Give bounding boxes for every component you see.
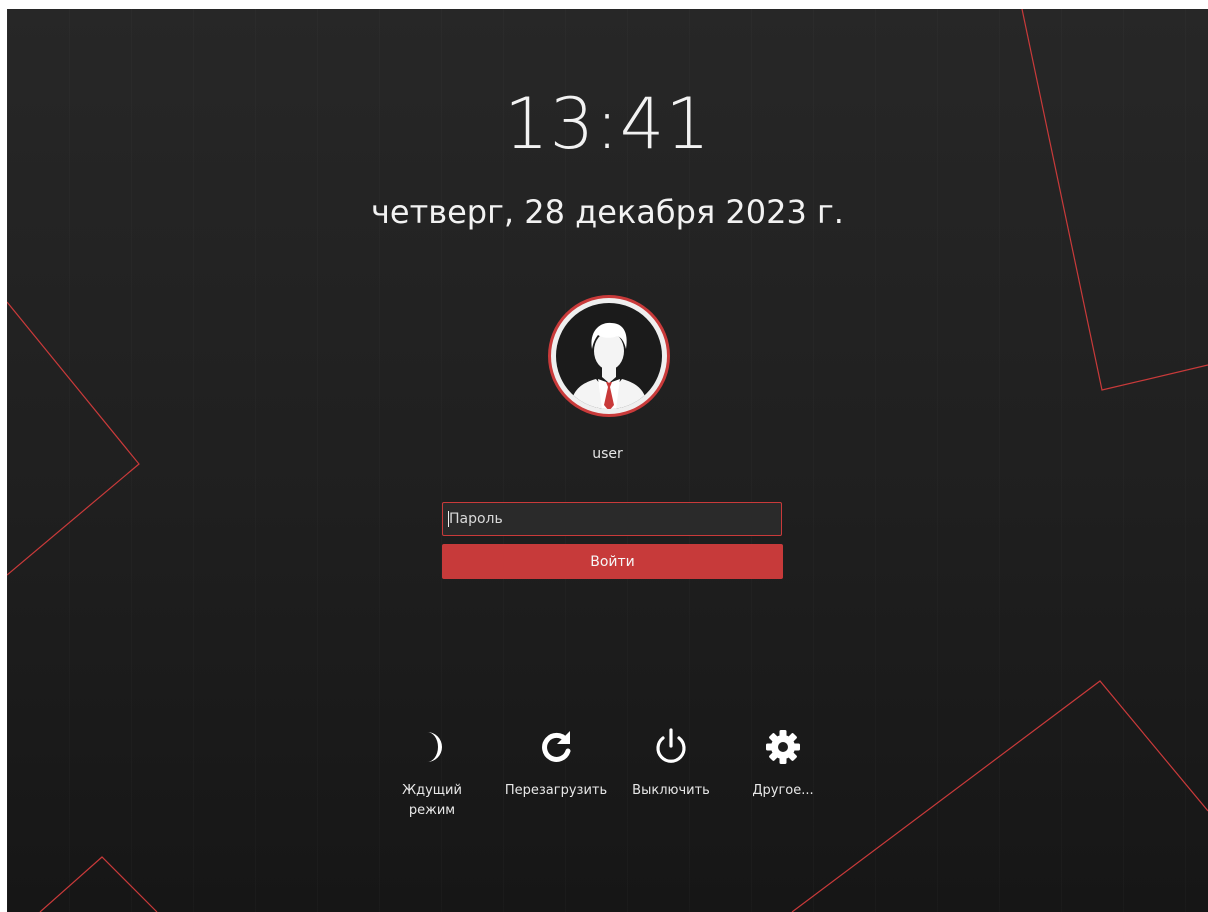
- clock-date: четверг, 28 декабря 2023 г.: [371, 193, 844, 231]
- password-input[interactable]: [442, 502, 782, 536]
- text-cursor: [448, 511, 449, 527]
- user-avatar[interactable]: [548, 295, 670, 417]
- login-screen: 13:41 четверг, 28 декабря 2023 г. user В…: [7, 9, 1208, 912]
- avatar-background: [556, 303, 662, 409]
- businessman-avatar-icon: [570, 322, 648, 409]
- gear-icon: [766, 730, 800, 764]
- suspend-label-line1: Ждущий: [402, 783, 462, 798]
- other-label: Другое...: [752, 783, 814, 798]
- username-label: user: [592, 446, 623, 462]
- suspend-label-line2: режим: [408, 803, 456, 818]
- clock-time: 13:41: [504, 83, 711, 165]
- suspend-button[interactable]: Ждущий режим: [402, 727, 462, 821]
- shutdown-button[interactable]: Выключить: [623, 727, 719, 801]
- reboot-button[interactable]: Перезагрузить: [500, 727, 612, 801]
- reboot-label: Перезагрузить: [504, 783, 608, 798]
- reload-icon: [542, 731, 571, 762]
- shutdown-label: Выключить: [632, 783, 710, 798]
- other-button[interactable]: Другое...: [743, 727, 823, 801]
- login-button[interactable]: Войти: [442, 544, 783, 579]
- moon-icon: [427, 732, 442, 762]
- power-icon: [656, 728, 686, 763]
